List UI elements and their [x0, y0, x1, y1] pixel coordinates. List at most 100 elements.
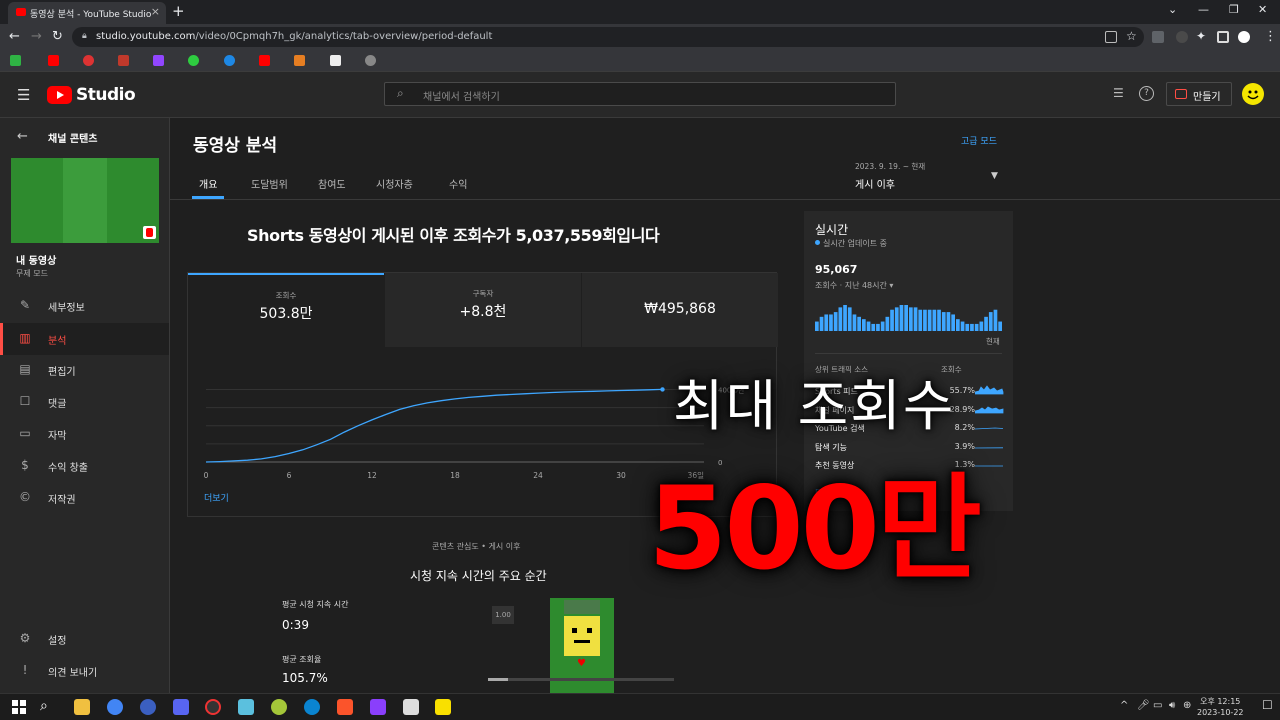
discord-icon[interactable] [173, 699, 189, 715]
realtime-count: 95,067 [815, 263, 858, 276]
tab-close-icon[interactable]: × [151, 5, 160, 18]
network-icon[interactable]: ▭ [1153, 700, 1162, 711]
microphone-icon[interactable]: 🎤︎ [1137, 700, 1150, 711]
metric-views[interactable]: 조회수 503.8만 [188, 273, 384, 347]
avatar[interactable] [1242, 83, 1264, 105]
scrubber-progress [488, 678, 508, 681]
profile-icon[interactable] [1238, 31, 1250, 43]
taskbar-clock[interactable]: 오후 12:15 2023-10-22 [1197, 696, 1244, 718]
taskbar-app2-icon[interactable] [238, 699, 254, 715]
extensions-puzzle-icon[interactable]: ✦ [1196, 29, 1206, 43]
bookmark-app2-icon[interactable] [188, 55, 199, 66]
sidebar-item-subtitles[interactable]: ▭ 자막 [0, 418, 169, 450]
volume-icon[interactable]: 🔊︎ [1169, 700, 1175, 711]
language-icon[interactable]: ⊕ [1183, 700, 1191, 711]
analytics-icon: ▥ [19, 331, 31, 345]
extension-new-icon[interactable] [1152, 31, 1164, 43]
realtime-caption[interactable]: 조회수 · 지난 48시간 ▾ [815, 280, 893, 291]
menu-icon[interactable]: ☰ [17, 86, 30, 104]
realtime-bar [852, 314, 857, 331]
tab-search-chevron-icon[interactable]: ⌄ [1168, 3, 1177, 16]
reload-icon[interactable]: ↻ [52, 29, 63, 44]
sidebar-item-details[interactable]: ✎ 세부정보 [0, 290, 169, 322]
kakaotalk-icon[interactable] [435, 699, 451, 715]
period-dropdown[interactable]: 2023. 9. 19. ~ 현재 게시 이후 ▼ [855, 161, 998, 191]
tab-reach[interactable]: 도달범위 [251, 176, 288, 191]
side-panel-icon[interactable] [1217, 31, 1229, 43]
help-icon[interactable]: ? [1139, 86, 1154, 101]
sidebar-item-feedback[interactable]: ! 의견 보내기 [0, 655, 169, 687]
brave-icon[interactable] [337, 699, 353, 715]
taskbar-app-v-icon[interactable] [140, 699, 156, 715]
chrome-menu-icon[interactable]: ⋮ [1264, 29, 1277, 44]
avg-duration-value: 0:39 [282, 618, 309, 632]
sidebar-item-copyright[interactable]: © 저작권 [0, 482, 169, 514]
create-label: 만들기 [1193, 92, 1221, 103]
youtube-favicon-icon [16, 8, 26, 16]
extension-icon[interactable] [1176, 31, 1188, 43]
heart-icon: ♥ [577, 658, 586, 669]
video-thumbnail[interactable] [11, 158, 159, 243]
new-tab-button[interactable]: + [172, 2, 185, 20]
tab-title: 동영상 분석 - YouTube Studio [30, 10, 152, 20]
bookmark-app5-icon[interactable] [330, 55, 341, 66]
browser-tab[interactable]: 동영상 분석 - YouTube Studio × [8, 2, 166, 24]
back-arrow-icon[interactable]: ← [17, 129, 28, 144]
sidebar-item-comments[interactable]: ☐ 댓글 [0, 386, 169, 418]
tab-audience[interactable]: 시청자층 [376, 176, 413, 191]
bookmark-twitch-icon[interactable] [153, 55, 164, 66]
realtime-bar [918, 309, 923, 331]
sidebar-item-settings[interactable]: ⚙ 설정 [0, 623, 169, 655]
search-input[interactable]: ⌕ 채널에서 검색하기 [384, 82, 896, 106]
back-arrow-icon[interactable]: ← [9, 29, 20, 44]
comment-icon: ☐ [19, 394, 31, 408]
windows-start-icon[interactable] [12, 700, 26, 714]
tab-revenue[interactable]: 수익 [449, 176, 467, 191]
sidebar-item-label: 분석 [48, 336, 67, 347]
notification-icon[interactable]: ☐ [1262, 698, 1273, 712]
minimize-icon[interactable]: — [1198, 3, 1209, 16]
advanced-mode-link[interactable]: 고급 모드 [961, 134, 997, 147]
tab-divider [170, 199, 1280, 200]
metric-revenue[interactable]: ₩495,868 [582, 273, 778, 347]
bookmark-youtube2-icon[interactable] [259, 55, 270, 66]
bookmark-sheets-icon[interactable] [10, 55, 21, 66]
avg-percent-value: 105.7% [282, 671, 328, 685]
tab-engagement[interactable]: 참여도 [318, 176, 346, 191]
metric-subscribers[interactable]: 구독자 +8.8천 [385, 273, 581, 347]
restore-icon[interactable]: ❐ [1229, 3, 1239, 16]
see-more-link[interactable]: 더보기 [204, 491, 229, 504]
sidebar-item-editor[interactable]: ▤ 편집기 [0, 354, 169, 386]
bookmark-app4-icon[interactable] [294, 55, 305, 66]
bookmark-youtube-icon[interactable] [48, 55, 59, 66]
address-bar[interactable]: 🔒︎ studio.youtube.com/video/0Cpmqh7h_gk/… [72, 27, 1144, 47]
taskbar-search-icon[interactable]: ⌕ [40, 698, 48, 714]
bookmark-star-icon[interactable]: ☆ [1126, 29, 1137, 43]
tab-overview[interactable]: 개요 [199, 176, 217, 191]
forward-arrow-icon[interactable]: → [31, 29, 42, 44]
sparkline-path [975, 406, 1004, 413]
file-explorer-icon[interactable] [74, 699, 90, 715]
realtime-bar [876, 323, 880, 331]
bookmark-analytics-icon[interactable] [118, 55, 129, 66]
share-icon[interactable] [1105, 31, 1117, 43]
video-scrubber[interactable] [488, 678, 674, 681]
bookmark-app-icon[interactable] [83, 55, 94, 66]
sparkline [975, 406, 1004, 413]
chrome-icon[interactable] [107, 699, 123, 715]
sidebar-item-monetization[interactable]: $ 수익 창출 [0, 450, 169, 482]
tray-chevron-icon[interactable]: ^ [1120, 700, 1128, 711]
taskbar-app-icon[interactable] [205, 699, 221, 715]
edge-icon[interactable] [304, 699, 320, 715]
bookmark-app3-icon[interactable] [224, 55, 235, 66]
taskbar-app3-icon[interactable] [271, 699, 287, 715]
sidebar-item-analytics[interactable]: ▥ 분석 [0, 323, 169, 355]
minecraft-icon[interactable] [403, 699, 419, 715]
window-close-icon[interactable]: ✕ [1258, 3, 1267, 16]
subtitle-feedback-icon[interactable]: ☰ [1113, 86, 1124, 100]
bookmark-globe-icon[interactable] [365, 55, 376, 66]
create-button[interactable]: 만들기 [1166, 82, 1232, 106]
taskbar-app4-icon[interactable] [370, 699, 386, 715]
realtime-bar [988, 312, 993, 331]
period-value: 게시 이후 [855, 180, 895, 191]
